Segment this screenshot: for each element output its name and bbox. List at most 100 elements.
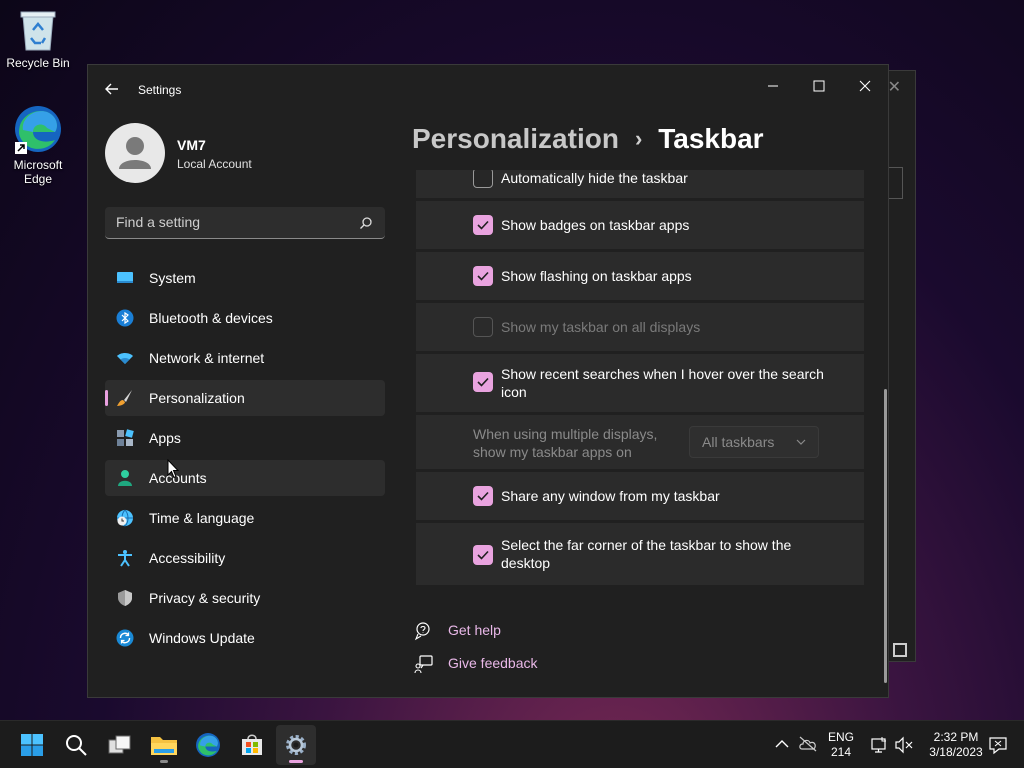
breadcrumb-parent[interactable]: Personalization [412,123,619,155]
setting-row-badges[interactable]: Show badges on taskbar apps [416,201,864,249]
notification-icon[interactable] [988,736,1008,756]
checkbox-share-window[interactable] [473,486,493,506]
chevron-up-icon[interactable] [774,738,790,750]
setting-row-share-window[interactable]: Share any window from my taskbar [416,472,864,520]
setting-row-auto-hide[interactable]: Automatically hide the taskbar [416,170,864,198]
maximize-button[interactable] [796,71,842,101]
checkbox-far-corner[interactable] [473,545,493,565]
help-icon [414,622,430,641]
sidebar-item-privacy[interactable]: Privacy & security [105,580,385,616]
get-help-link[interactable]: Get help [414,619,614,643]
search-box[interactable] [105,207,385,239]
chevron-right-icon: › [634,126,643,151]
desktop-icon-recycle-bin[interactable]: Recycle Bin [2,8,74,70]
minimize-icon [768,85,778,87]
clock[interactable]: 2:32 PM 3/18/2023 [922,730,990,760]
globe-clock-icon [117,509,133,527]
chevron-down-icon [796,439,806,445]
desktop-icon-label: Recycle Bin [6,56,70,70]
store-icon [242,734,262,755]
checkmark-icon [477,271,489,281]
edge-taskbar-button[interactable] [188,725,228,765]
checkmark-icon [477,377,489,387]
search-icon[interactable] [359,216,373,230]
sidebar-item-label: Bluetooth & devices [149,310,273,326]
apps-icon [117,429,134,446]
keyboard-layout: 214 [830,745,852,759]
selection-indicator [105,390,108,406]
edge-icon [13,104,63,154]
setting-row-multiple-displays: When using multiple displays, show my ta… [416,415,864,469]
close-button[interactable] [842,71,888,101]
setting-label: Automatically hide the taskbar [501,170,688,186]
checkbox-all-displays [473,317,493,337]
bluetooth-icon [116,309,134,327]
close-icon[interactable]: ✕ [888,77,901,97]
sidebar-item-network[interactable]: Network & internet [105,340,385,376]
desktop-icon-edge[interactable]: Microsoft Edge [2,104,74,186]
link-label: Give feedback [448,655,538,671]
sidebar-item-label: Privacy & security [149,590,261,606]
task-view-icon [108,735,131,754]
brush-icon [117,390,132,406]
back-button[interactable] [102,79,122,99]
give-feedback-link[interactable]: Give feedback [414,652,614,676]
content-scrollbar[interactable] [884,389,887,683]
sidebar-item-bluetooth[interactable]: Bluetooth & devices [105,300,385,336]
sidebar-item-windows-update[interactable]: Windows Update [105,620,385,656]
store-button[interactable] [232,725,272,765]
sidebar-item-label: Windows Update [149,630,255,646]
clock-date: 3/18/2023 [929,745,983,759]
checkbox-flashing[interactable] [473,266,493,286]
checkbox-recent-searches[interactable] [473,372,493,392]
sidebar-nav: System Bluetooth & devices Network & int… [105,260,385,660]
setting-row-far-corner[interactable]: Select the far corner of the taskbar to … [416,523,864,585]
settings-window: Settings VM7 Local Account System Blueto… [87,64,889,698]
taskbar-apps-dropdown: All taskbars [689,426,819,458]
sidebar-item-accounts[interactable]: Accounts [105,460,385,496]
recycle-bin-icon [19,8,57,52]
settings-list: Automatically hide the taskbar Show badg… [416,170,864,650]
sidebar-item-label: Network & internet [149,350,265,366]
file-explorer-button[interactable] [144,725,184,765]
desktop-icon-label: Microsoft Edge [13,158,63,186]
close-icon [859,80,871,92]
search-input[interactable] [116,214,346,230]
sidebar-item-personalization[interactable]: Personalization [105,380,385,416]
back-arrow-icon [105,83,118,95]
checkbox-auto-hide[interactable] [473,170,493,188]
setting-label: Show recent searches when I hover over t… [501,366,824,400]
taskbar: ENG 214 2:32 PM 3/18/2023 [0,720,1024,768]
task-view-button[interactable] [100,725,140,765]
link-label: Get help [448,622,501,638]
setting-row-flashing[interactable]: Show flashing on taskbar apps [416,252,864,300]
file-explorer-icon [151,737,177,755]
sidebar-item-accessibility[interactable]: Accessibility [105,540,385,576]
setting-row-recent-searches[interactable]: Show recent searches when I hover over t… [416,354,864,412]
mouse-cursor-icon [167,459,179,479]
settings-taskbar-button[interactable] [276,725,316,765]
sidebar-item-system[interactable]: System [105,260,385,296]
sidebar-item-time-language[interactable]: Time & language [105,500,385,536]
taskbar-search-button[interactable] [56,725,96,765]
checkmark-icon [477,491,489,501]
monitor-icon [893,643,907,657]
start-button[interactable] [12,725,52,765]
window-title: Settings [138,83,182,97]
checkmark-icon [477,550,489,560]
shield-icon [118,590,132,606]
account-icon [118,470,132,486]
sidebar-item-label: Accessibility [149,550,226,566]
checkbox-badges[interactable] [473,215,493,235]
title-bar[interactable]: Settings [88,65,888,113]
search-icon [66,735,87,756]
avatar[interactable] [105,123,165,183]
language-indicator[interactable]: ENG 214 [826,730,856,760]
minimize-button[interactable] [750,71,796,101]
network-icon[interactable] [870,736,888,754]
onedrive-icon[interactable] [798,735,818,753]
sidebar-item-label: Personalization [149,390,245,406]
start-icon [21,734,43,756]
sidebar-item-apps[interactable]: Apps [105,420,385,456]
volume-muted-icon[interactable] [894,736,914,754]
